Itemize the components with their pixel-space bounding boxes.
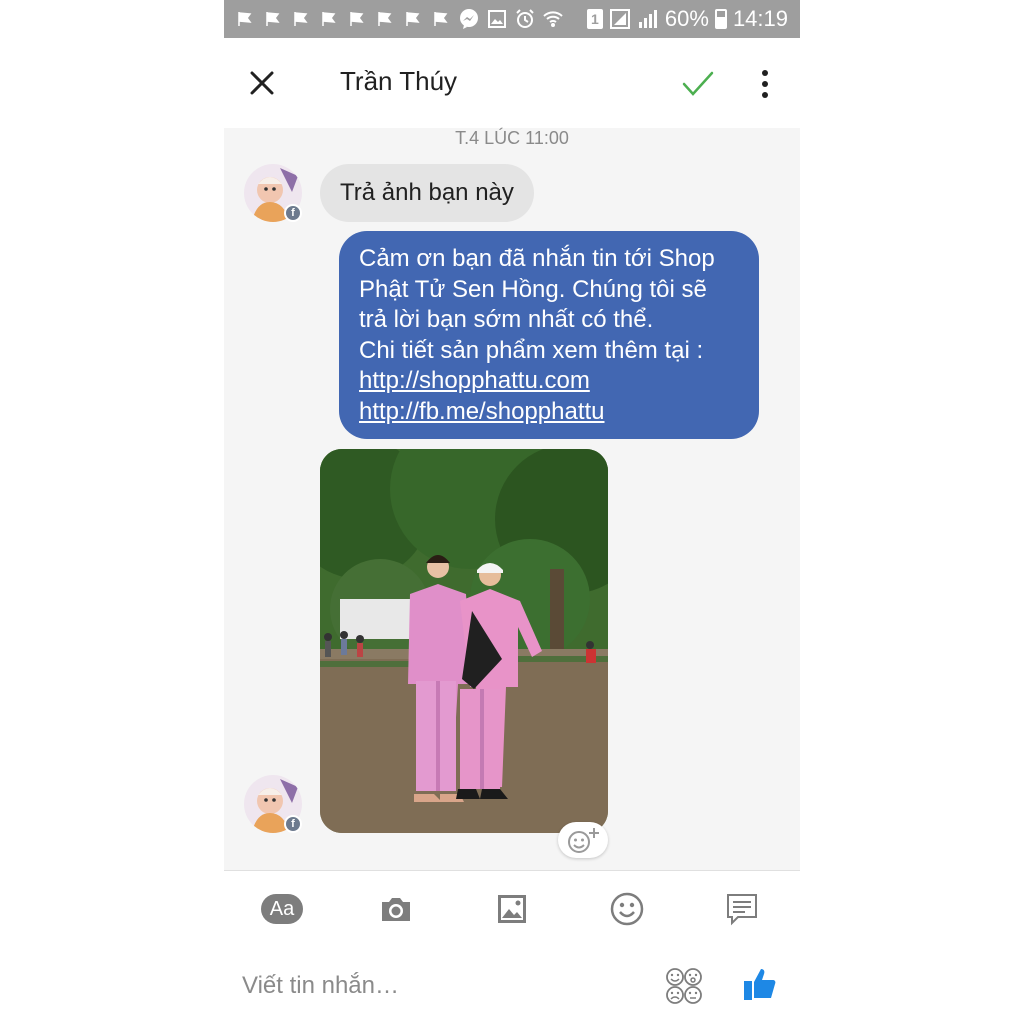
text-format-icon: Aa	[261, 894, 303, 924]
camera-icon	[382, 898, 410, 921]
contact-name: Trần Thúy	[340, 66, 458, 96]
stickers-icon	[666, 968, 702, 1004]
conversation-header: Trần Thúy	[224, 38, 800, 128]
facebook-page-link[interactable]: http://fb.me/shopphattu	[359, 397, 741, 428]
message-line: trả lời bạn sớm nhất có thể.	[359, 306, 654, 333]
signal-box-icon	[609, 8, 631, 30]
like-button[interactable]	[740, 964, 780, 1004]
message-line: Cảm ơn bạn đã nhắn tin tới Shop	[359, 245, 715, 272]
messenger-screen: 1 60% 14:19 Trần Thúy T.4 LÚC 11:00 f Tr…	[224, 0, 800, 1024]
clock: 14:19	[732, 6, 788, 31]
wifi-icon	[542, 8, 564, 30]
message-line: Phật Tử Sen Hồng. Chúng tôi sẽ	[359, 275, 707, 303]
confirm-button[interactable]	[678, 64, 718, 104]
message-thread[interactable]: T.4 LÚC 11:00 f Trả ảnh bạn này Cảm ơn b…	[224, 128, 800, 870]
checkmark-icon	[682, 71, 714, 96]
image-icon	[486, 8, 508, 30]
sim-indicator: 1	[586, 9, 603, 29]
image-icon	[498, 895, 526, 923]
composer-toolbar: Aa	[224, 870, 800, 948]
emoji-button[interactable]	[605, 889, 649, 929]
add-reaction-icon	[568, 828, 599, 853]
flag-icon	[290, 8, 312, 30]
flag-icon	[346, 8, 368, 30]
facebook-badge-icon: f	[284, 204, 302, 222]
flag-icon	[374, 8, 396, 30]
shop-website-link[interactable]: http://shopphattu.com	[359, 366, 741, 397]
message-input-bar	[224, 948, 800, 1024]
chat-list-icon	[727, 894, 757, 926]
alarm-icon	[514, 8, 536, 30]
stickers-button[interactable]	[664, 966, 704, 1006]
battery-percent: 60%	[664, 6, 709, 31]
outgoing-message[interactable]: Cảm ơn bạn đã nhắn tin tới Shop Phật Tử …	[339, 231, 759, 439]
more-options-button[interactable]	[750, 64, 780, 104]
quick-reply-button[interactable]	[720, 889, 764, 929]
flag-icon	[262, 8, 284, 30]
incoming-message[interactable]: Trả ảnh bạn này	[320, 164, 534, 222]
message-line: Chi tiết sản phẩm xem thêm tại :	[359, 336, 704, 364]
camera-button[interactable]	[374, 889, 418, 929]
notification-icons	[234, 0, 564, 38]
close-icon	[250, 71, 274, 95]
battery-icon	[714, 9, 727, 29]
close-button[interactable]	[242, 63, 282, 103]
thread-timestamp: T.4 LÚC 11:00	[455, 128, 569, 148]
status-bar: 1 60% 14:19	[224, 0, 800, 38]
photo-message[interactable]	[320, 449, 608, 833]
messenger-icon	[458, 8, 480, 30]
message-input[interactable]	[242, 966, 642, 1006]
flag-icon	[234, 8, 256, 30]
thumbs-up-icon	[744, 969, 776, 1000]
flag-icon	[318, 8, 340, 30]
add-reaction-button[interactable]	[558, 822, 608, 858]
flag-icon	[402, 8, 424, 30]
signal-bars-icon	[637, 8, 659, 30]
system-status: 1 60% 14:19	[586, 0, 788, 38]
gallery-button[interactable]	[490, 889, 534, 929]
smiley-icon	[610, 892, 644, 926]
flag-icon	[430, 8, 452, 30]
text-button[interactable]: Aa	[260, 889, 304, 929]
facebook-badge-icon: f	[284, 815, 302, 833]
more-dot	[762, 92, 768, 98]
more-dot	[762, 81, 768, 87]
more-dot	[762, 70, 768, 76]
